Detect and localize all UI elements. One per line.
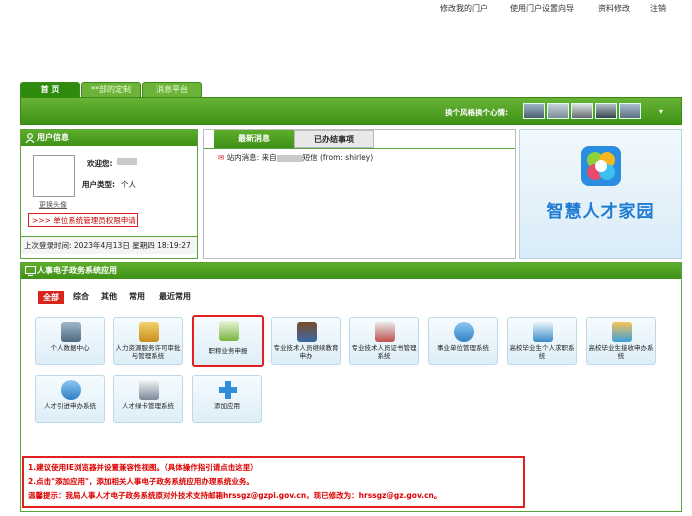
- category-general[interactable]: 综合: [73, 291, 89, 302]
- app-tile-label: 人力资源服务许可审批与管理系统: [115, 344, 181, 360]
- app-tile-label: 高校毕业生接收申办系统: [588, 344, 654, 360]
- user-icon: [25, 133, 35, 143]
- message-item[interactable]: ✉ 站内消息: 来自 短信 (from: shirley): [218, 152, 373, 163]
- app-tile-certificate-management[interactable]: 专业技术人员证书管理系统: [349, 317, 419, 365]
- app-tile-label: 职称业务申报: [208, 347, 248, 355]
- app-tile-label: 个人数据中心: [50, 344, 90, 352]
- app-tile-talent-introduction[interactable]: 人才引进申办系统: [35, 375, 105, 423]
- welcome-label: 欢迎您:: [87, 159, 113, 168]
- user-type-label: 用户类型:: [82, 180, 115, 189]
- tab-completed-items[interactable]: 已办结事项: [294, 130, 374, 148]
- tab-latest-messages[interactable]: 最新消息: [214, 130, 294, 148]
- theme-thumb-1[interactable]: [523, 103, 545, 119]
- portal-wizard-link[interactable]: 使用门户设置向导: [510, 3, 574, 14]
- chevron-down-icon[interactable]: ▾: [659, 107, 663, 116]
- theme-thumb-3[interactable]: [571, 103, 593, 119]
- category-recent[interactable]: 最近常用: [159, 291, 191, 302]
- add-app-button[interactable]: 添加应用: [192, 375, 262, 423]
- document-edit-icon: [139, 322, 159, 342]
- top-links: 修改我的门户 使用门户设置向导 资料修改 注销: [0, 0, 692, 14]
- tab-message-platform[interactable]: 消息平台: [142, 82, 202, 97]
- notice-line-2: 2.点击"添加应用"，添加相关人事电子政务系统应用办理系统业务。: [28, 477, 254, 486]
- mail-icon: ✉: [218, 153, 225, 162]
- plus-icon: [219, 381, 237, 399]
- messages-panel: 最新消息 已办结事项 ✉ 站内消息: 来自 短信 (from: shirley): [203, 129, 516, 259]
- apps-title: 人事电子政务系统应用: [37, 266, 117, 275]
- notice-box: 1.建议使用IE浏览器并设置兼容性视图。（具体操作指引请点击这里） 2.点击"添…: [22, 456, 525, 508]
- header-bar: 换个风格换个心情: ▾: [20, 97, 682, 125]
- admin-apply-link[interactable]: >>> 单位系统管理员权限申请: [28, 213, 138, 227]
- logout-link[interactable]: 注销: [650, 3, 666, 14]
- app-tile-hr-license[interactable]: 人力资源服务许可审批与管理系统: [113, 317, 183, 365]
- user-info-panel: 用户信息 更换头像 欢迎您: 用户类型: 个人 >>> 单位系统管理员权限申请 …: [20, 129, 198, 259]
- app-tile-graduate-job[interactable]: 高校毕业生个人求职系统: [507, 317, 577, 365]
- username-redacted: [117, 158, 137, 165]
- id-card-icon: [139, 380, 159, 400]
- sender-redacted: [276, 154, 303, 162]
- books-icon: [297, 322, 317, 342]
- last-login-time: 上次登录时间: 2023年4月13日 星期四 18:19:27: [21, 236, 197, 254]
- app-tile-label: 专业技术人员证书管理系统: [351, 344, 417, 360]
- brand-banner: 智慧人才家园: [519, 129, 682, 259]
- tab-custom[interactable]: **部的定制: [81, 82, 141, 97]
- app-tile-green-card[interactable]: 人才绿卡管理系统: [113, 375, 183, 423]
- theme-thumb-5[interactable]: [619, 103, 641, 119]
- brand-title: 智慧人才家园: [546, 202, 655, 222]
- app-tile-label: 事业单位管理系统: [437, 344, 489, 352]
- user-info-title: 用户信息: [37, 133, 69, 142]
- user-type-value: 个人: [121, 180, 136, 189]
- avatar: [33, 155, 75, 197]
- app-tile-label: 高校毕业生个人求职系统: [509, 344, 575, 360]
- message-suffix: 短信 (from: shirley): [302, 153, 374, 162]
- app-tile-label: 专业技术人员继续教育申办: [273, 344, 339, 360]
- theme-thumb-4[interactable]: [595, 103, 617, 119]
- database-icon: [61, 322, 81, 342]
- people-icon: [454, 322, 474, 342]
- app-tile-personal-data[interactable]: 个人数据中心: [35, 317, 105, 365]
- graduates-icon: [612, 322, 632, 342]
- app-tile-label: 人才引进申办系统: [44, 402, 96, 410]
- brand-logo-icon: [581, 146, 621, 186]
- category-common[interactable]: 常用: [129, 291, 145, 302]
- check-document-icon: [219, 321, 239, 341]
- certificate-icon: [375, 322, 395, 342]
- notice-line-3: 温馨提示：我局人事人才电子政务系统原对外技术支持邮箱hrssgz@gzpi.go…: [28, 491, 442, 500]
- tab-divider: [204, 148, 515, 149]
- theme-thumb-2[interactable]: [547, 103, 569, 119]
- edit-portal-link[interactable]: 修改我的门户: [440, 3, 488, 14]
- monitor-icon: [25, 266, 36, 276]
- app-tile-label: 人才绿卡管理系统: [122, 402, 174, 410]
- theme-switch-label: 换个风格换个心情:: [445, 108, 508, 117]
- change-avatar-link[interactable]: 更换头像: [39, 200, 67, 210]
- user-info-header: 用户信息: [21, 130, 197, 146]
- notice-line-1[interactable]: 1.建议使用IE浏览器并设置兼容性视图。（具体操作指引请点击这里）: [28, 462, 258, 473]
- app-tile-continuing-education[interactable]: 专业技术人员继续教育申办: [271, 317, 341, 365]
- app-tile-institution-management[interactable]: 事业单位管理系统: [428, 317, 498, 365]
- category-other[interactable]: 其他: [101, 291, 117, 302]
- group-icon: [61, 380, 81, 400]
- message-prefix: 站内消息: 来自: [226, 153, 277, 162]
- app-tile-graduate-receive[interactable]: 高校毕业生接收申办系统: [586, 317, 656, 365]
- app-tile-label: 添加应用: [214, 402, 240, 410]
- category-all[interactable]: 全部: [38, 291, 64, 304]
- app-tile-title-declaration[interactable]: 职称业务申报: [192, 315, 264, 367]
- tab-home[interactable]: 首 页: [20, 82, 80, 97]
- person-search-icon: [533, 322, 553, 342]
- apps-header: 人事电子政务系统应用: [21, 263, 681, 279]
- profile-edit-link[interactable]: 资料修改: [598, 3, 630, 14]
